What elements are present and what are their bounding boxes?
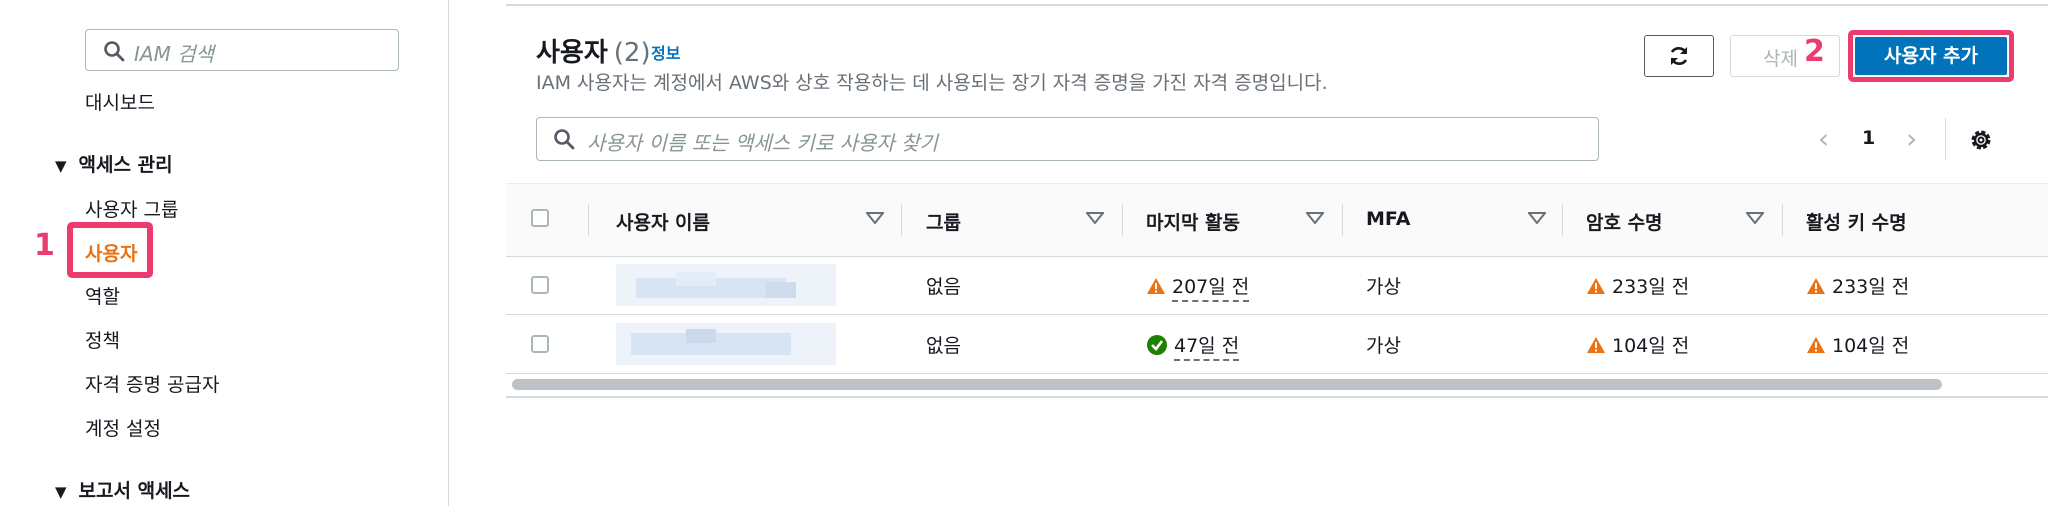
last-activity-cell[interactable]: 47일 전 <box>1146 331 1240 361</box>
key-age-value: 104일 전 <box>1832 335 1910 357</box>
password-age-value: 104일 전 <box>1612 335 1690 357</box>
sort-icon[interactable] <box>1528 212 1546 224</box>
password-age-value: 233일 전 <box>1612 276 1690 298</box>
refresh-icon <box>1670 47 1688 65</box>
sort-icon[interactable] <box>1086 212 1104 224</box>
redacted-username <box>616 264 836 306</box>
sidebar-item-roles[interactable]: 역할 <box>85 282 120 309</box>
mfa-cell: 가상 <box>1366 335 1401 357</box>
divider <box>1945 118 1946 160</box>
section-label: 액세스 관리 <box>78 154 173 176</box>
column-divider <box>1782 204 1783 236</box>
last-activity-cell[interactable]: 207일 전 <box>1146 272 1250 302</box>
user-count: (2) <box>613 38 651 68</box>
user-search-input[interactable]: 사용자 이름 또는 액세스 키로 사용자 찾기 <box>536 117 1599 161</box>
step1-number: 1 <box>34 228 55 263</box>
sidebar-item-account-settings[interactable]: 계정 설정 <box>85 414 161 441</box>
gear-icon[interactable] <box>1968 127 1994 153</box>
table-header: 사용자 이름 그룹 마지막 활동 MFA 암호 수명 활성 키 수명 <box>506 183 2048 257</box>
key-age-value: 233일 전 <box>1832 276 1910 298</box>
main-content: 사용자 (2) 정보 IAM 사용자는 계정에서 AWS와 상호 작용하는 데 사… <box>448 0 2048 506</box>
sidebar-item-policies[interactable]: 정책 <box>85 326 120 353</box>
password-age-cell: 104일 전 <box>1586 331 1689 358</box>
sidebar-section-access-reports[interactable]: ▼ 보고서 액세스 <box>55 476 190 503</box>
column-divider <box>901 204 902 236</box>
current-page[interactable]: 1 <box>1862 127 1875 149</box>
add-user-button[interactable]: 사용자 추가 <box>1848 30 2014 82</box>
delete-label: 삭제 <box>1763 48 1798 70</box>
column-divider <box>588 204 589 236</box>
group-cell: 없음 <box>926 335 961 357</box>
column-divider <box>1122 204 1123 236</box>
password-age-cell: 233일 전 <box>1586 272 1689 299</box>
caret-down-icon: ▼ <box>55 157 67 175</box>
group-cell: 없음 <box>926 276 961 298</box>
next-page-button[interactable]: › <box>1906 122 1917 155</box>
sidebar-search-placeholder: IAM 검색 <box>134 42 214 66</box>
row-checkbox[interactable] <box>531 276 549 294</box>
last-activity-value: 47일 전 <box>1174 335 1240 361</box>
select-all-checkbox[interactable] <box>531 209 549 227</box>
column-header-password-age[interactable]: 암호 수명 <box>1586 208 1663 235</box>
last-activity-value: 207일 전 <box>1172 276 1250 302</box>
prev-page-button[interactable]: ‹ <box>1818 122 1829 155</box>
table-row[interactable]: 없음 207일 전 가상 233일 전 233일 전 <box>506 256 2048 315</box>
check-circle-icon <box>1147 335 1167 355</box>
sort-icon[interactable] <box>1746 212 1764 224</box>
info-link[interactable]: 정보 <box>651 40 680 64</box>
column-header-active-key-age[interactable]: 활성 키 수명 <box>1806 208 1907 235</box>
section-label: 보고서 액세스 <box>78 480 191 502</box>
row-checkbox[interactable] <box>531 335 549 353</box>
sidebar-item-dashboard[interactable]: 대시보드 <box>85 88 155 115</box>
horizontal-scrollbar[interactable] <box>506 374 2048 398</box>
sidebar-item-user-groups[interactable]: 사용자 그룹 <box>85 195 178 222</box>
title-text: 사용자 <box>536 38 608 68</box>
sort-icon[interactable] <box>1306 212 1324 224</box>
column-header-username[interactable]: 사용자 이름 <box>616 208 710 235</box>
warning-icon <box>1807 337 1825 353</box>
warning-icon <box>1147 278 1165 294</box>
key-age-cell: 104일 전 <box>1806 331 1909 358</box>
sidebar-section-access-management[interactable]: ▼ 액세스 관리 <box>55 150 173 177</box>
warning-icon <box>1587 337 1605 353</box>
redacted-username <box>616 323 836 365</box>
warning-icon <box>1807 278 1825 294</box>
column-divider <box>1562 204 1563 236</box>
search-icon <box>104 41 125 62</box>
search-icon <box>554 129 575 150</box>
key-age-cell: 233일 전 <box>1806 272 1909 299</box>
column-divider <box>1342 204 1343 236</box>
sidebar: IAM 검색 대시보드 ▼ 액세스 관리 사용자 그룹 1 사용자 역할 정책 자… <box>0 0 449 506</box>
mfa-cell: 가상 <box>1366 276 1401 298</box>
page-description: IAM 사용자는 계정에서 AWS와 상호 작용하는 데 사용되는 장기 자격 … <box>536 72 1328 94</box>
search-placeholder: 사용자 이름 또는 액세스 키로 사용자 찾기 <box>587 131 938 155</box>
add-user-label: 사용자 추가 <box>1855 37 2007 75</box>
page-title: 사용자 (2) <box>536 32 651 69</box>
table-row[interactable]: 없음 47일 전 가상 104일 전 104일 전 <box>506 315 2048 374</box>
sidebar-item-identity-providers[interactable]: 자격 증명 공급자 <box>85 370 219 397</box>
sort-icon[interactable] <box>866 212 884 224</box>
refresh-button[interactable] <box>1644 35 1714 77</box>
warning-icon <box>1587 278 1605 294</box>
sidebar-item-users[interactable]: 사용자 <box>85 239 137 266</box>
scrollbar-thumb[interactable] <box>512 379 1942 390</box>
step2-number: 2 <box>1804 34 1825 69</box>
column-header-last-activity[interactable]: 마지막 활동 <box>1146 208 1240 235</box>
caret-down-icon: ▼ <box>55 483 67 501</box>
column-header-groups[interactable]: 그룹 <box>926 208 961 235</box>
sidebar-search-input[interactable]: IAM 검색 <box>85 29 399 71</box>
column-header-mfa[interactable]: MFA <box>1366 208 1410 230</box>
